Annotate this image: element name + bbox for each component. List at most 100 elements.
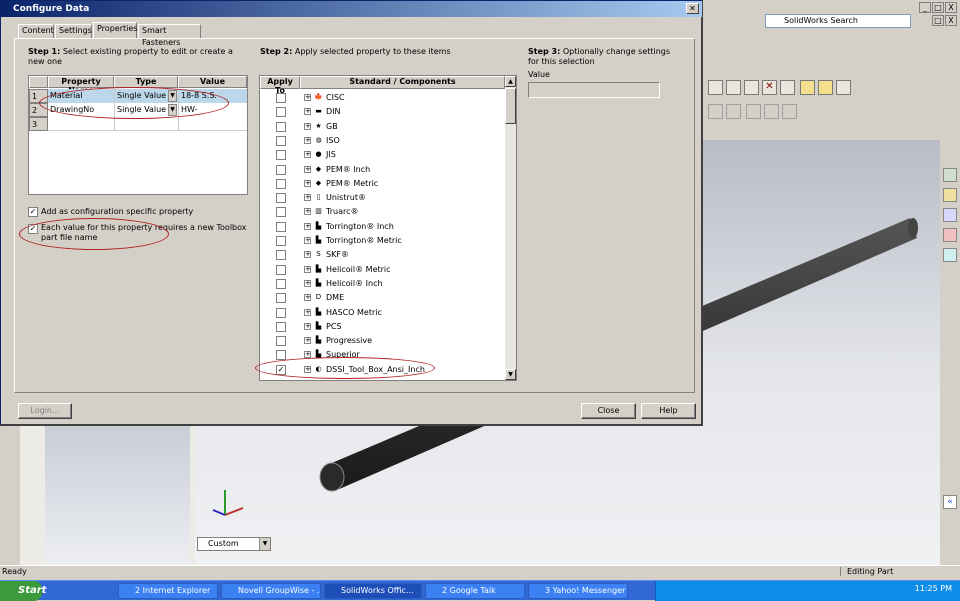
col-property-name[interactable]: Property Name	[48, 76, 114, 95]
apply-checkbox[interactable]	[276, 336, 286, 347]
apply-checkbox[interactable]	[276, 264, 286, 275]
toolbar-icon[interactable]	[818, 80, 833, 95]
solidworks-search-field[interactable]: SolidWorks Search	[765, 14, 911, 28]
apply-checkbox[interactable]	[276, 307, 286, 318]
apply-checkbox[interactable]	[276, 93, 286, 103]
list-item[interactable]: + ● JIS	[260, 148, 505, 162]
expand-icon[interactable]: +	[304, 251, 311, 259]
expand-icon[interactable]: +	[304, 136, 311, 144]
restore-doc-button[interactable]: □	[932, 15, 944, 26]
toolbar-x-icon[interactable]: ✕	[762, 80, 777, 95]
view-orientation-select[interactable]: Custom ▼	[197, 537, 271, 551]
expand-icon[interactable]: +	[304, 208, 311, 216]
toolbar-icon[interactable]	[726, 80, 741, 95]
scroll-down-icon[interactable]: ▼	[505, 369, 516, 380]
help-button[interactable]: Help	[641, 403, 696, 419]
taskbar-item-solidworks[interactable]: SolidWorks Offic...	[324, 583, 422, 599]
expand-icon[interactable]: +	[304, 122, 311, 130]
apply-checkbox[interactable]	[276, 193, 286, 204]
list-item[interactable]: + ★ GB	[260, 120, 505, 134]
apply-checkbox[interactable]	[276, 250, 286, 261]
apply-checkbox[interactable]	[276, 278, 286, 289]
apply-checkbox[interactable]	[276, 121, 286, 132]
list-item[interactable]: + ▙ Helicoil® Metric	[260, 263, 505, 277]
library-icon[interactable]	[943, 188, 957, 202]
minimize-button[interactable]: _	[919, 2, 931, 13]
list-item[interactable]: + ▬ DIN	[260, 105, 505, 119]
list-item[interactable]: + 🍁 CISC	[260, 91, 505, 105]
toolbar-icon[interactable]	[836, 80, 851, 95]
apply-checkbox[interactable]	[276, 236, 286, 246]
list-item[interactable]: + ◍ ISO	[260, 134, 505, 148]
scroll-thumb[interactable]	[505, 88, 516, 124]
apply-checkbox[interactable]	[276, 164, 286, 175]
list-item[interactable]: + D DME	[260, 291, 505, 305]
home-icon[interactable]	[943, 168, 957, 182]
property-name-cell[interactable]	[48, 117, 114, 131]
col-value[interactable]: Value	[178, 76, 247, 88]
expand-icon[interactable]: +	[304, 294, 311, 302]
list-item[interactable]: + ▥ Truarc®	[260, 205, 505, 219]
appearances-icon[interactable]	[943, 248, 957, 262]
list-item[interactable]: + S SKF®	[260, 248, 505, 262]
toolbar-icon[interactable]	[800, 80, 815, 95]
expand-icon[interactable]: +	[304, 108, 311, 116]
apply-checkbox[interactable]	[276, 150, 286, 161]
apply-checkbox[interactable]	[276, 107, 286, 118]
close-doc-button[interactable]: X	[945, 15, 957, 26]
standards-list[interactable]: Apply To Standard / Components ▲ ▼ + 🍁 CIS…	[259, 75, 517, 381]
apply-checkbox[interactable]	[276, 135, 286, 146]
list-item[interactable]: + ▙ HASCO Metric	[260, 306, 505, 320]
expand-icon[interactable]: +	[304, 322, 311, 330]
list-item[interactable]: + ▙ Progressive	[260, 334, 505, 348]
explorer-icon[interactable]	[943, 208, 957, 222]
expand-icon[interactable]: +	[304, 222, 311, 230]
apply-checkbox[interactable]	[276, 178, 286, 189]
taskbar-item-yahoo-messenger[interactable]: 3 Yahoo! Messenger	[528, 583, 628, 599]
expand-icon[interactable]: +	[304, 265, 311, 273]
toolbar-icon[interactable]	[764, 104, 779, 119]
taskbar-item-internet-explorer[interactable]: 2 Internet Explorer	[118, 583, 218, 599]
toolbar-icon[interactable]	[744, 80, 759, 95]
list-item[interactable]: + ▙ PCS	[260, 320, 505, 334]
tab-smart-fasteners[interactable]: Smart Fasteners	[138, 24, 201, 47]
scroll-up-icon[interactable]: ▲	[505, 76, 516, 87]
list-item[interactable]: + ▯ Unistrut®	[260, 191, 505, 205]
type-cell[interactable]	[114, 117, 178, 131]
expand-icon[interactable]: +	[304, 194, 311, 202]
tab-properties[interactable]: Properties	[93, 22, 137, 39]
close-icon[interactable]: ✕	[686, 3, 699, 14]
close-button[interactable]: Close	[581, 403, 636, 419]
restore-button[interactable]: □	[932, 2, 944, 13]
taskbar-item-groupwise[interactable]: Novell GroupWise - ...	[221, 583, 321, 599]
list-item[interactable]: + ▙ Torrington® Inch	[260, 220, 505, 234]
toolbar-icon[interactable]	[782, 104, 797, 119]
toolbar-icon[interactable]	[726, 104, 741, 119]
value-cell[interactable]	[178, 117, 247, 131]
expand-icon[interactable]: +	[304, 179, 311, 187]
close-app-button[interactable]: X	[945, 2, 957, 13]
apply-checkbox[interactable]	[276, 221, 286, 232]
apply-checkbox[interactable]	[276, 321, 286, 332]
col-standard-components[interactable]: Standard / Components	[300, 76, 505, 89]
col-apply-to[interactable]: Apply To	[260, 76, 300, 95]
toolbar-icon[interactable]	[746, 104, 761, 119]
apply-checkbox[interactable]	[276, 207, 286, 218]
expand-icon[interactable]: +	[304, 337, 311, 345]
expand-icon[interactable]: +	[304, 94, 311, 101]
toolbar-icon[interactable]	[708, 80, 723, 95]
toolbar-icon[interactable]	[708, 104, 723, 119]
step3-value-input[interactable]	[528, 82, 660, 98]
config-specific-checkbox[interactable]: ✓	[28, 207, 38, 217]
expand-icon[interactable]: +	[304, 165, 311, 173]
list-item[interactable]: + ▙ Helicoil® Inch	[260, 277, 505, 291]
apply-checkbox[interactable]	[276, 293, 286, 304]
expand-icon[interactable]: +	[304, 308, 311, 316]
tab-settings[interactable]: Settings	[55, 24, 92, 38]
collapse-pane-icon[interactable]: «	[943, 495, 957, 509]
taskbar-item-google-talk[interactable]: 2 Google Talk	[425, 583, 525, 599]
tab-content[interactable]: Content	[18, 24, 54, 38]
scrollbar[interactable]: ▲ ▼	[505, 76, 516, 380]
list-item[interactable]: + ▙ Torrington® Metric	[260, 234, 505, 248]
list-item[interactable]: + ◆ PEM® Inch	[260, 163, 505, 177]
